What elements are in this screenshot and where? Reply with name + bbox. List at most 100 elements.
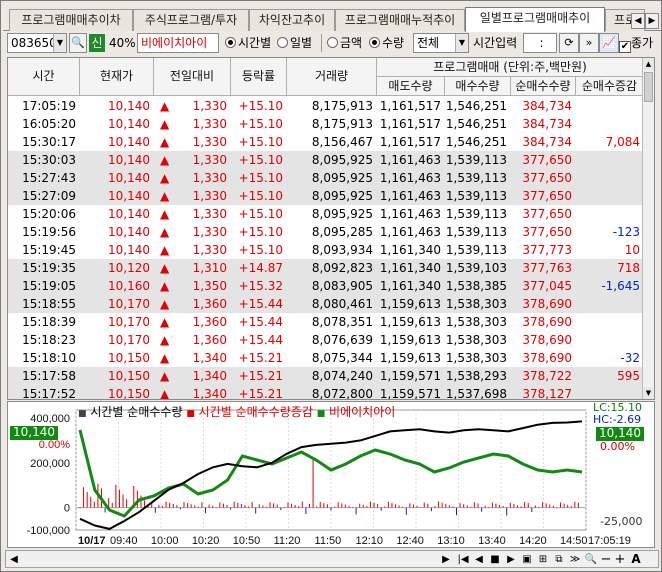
- table-row[interactable]: 15:30:17 10,140 ▲ 1,330 +15.10 8,156,467 1,161…: [8, 133, 644, 151]
- up-triangle-icon: ▲: [160, 153, 170, 167]
- table-row[interactable]: 15:27:43 10,140 ▲ 1,330 +15.10 8,095,925 1,161…: [8, 169, 644, 187]
- scroll-up-icon[interactable]: ▲: [643, 58, 654, 70]
- table-row[interactable]: 17:05:19 10,140 ▲ 1,330 +15.10 8,175,913 1,161…: [8, 97, 644, 115]
- table-row[interactable]: 15:19:45 10,140 ▲ 1,330 +15.10 8,093,934 1,161…: [8, 241, 644, 259]
- stock-code-input[interactable]: 083650 ▼: [7, 33, 67, 53]
- cell-sell-value: 1,159,613: [379, 297, 441, 311]
- cell-buy-value: 1,537,698: [445, 387, 507, 400]
- play-icon[interactable]: ▶: [504, 552, 518, 567]
- cell-sell: 1,159,613: [377, 331, 445, 349]
- layout-icon[interactable]: ⊞: [536, 552, 550, 567]
- table-row[interactable]: 15:30:03 10,140 ▲ 1,330 +15.10 8,095,925 1,161…: [8, 151, 644, 169]
- tab-0[interactable]: 프로그램매매추이차: [9, 9, 133, 31]
- chevron-down-icon[interactable]: ▼: [53, 34, 66, 52]
- table-row[interactable]: 15:18:55 10,170 ▲ 1,360 +15.44 8,080,461 1,159…: [8, 295, 644, 313]
- col-rate[interactable]: 등락률: [231, 58, 287, 96]
- fast-forward-icon[interactable]: ≫: [568, 552, 582, 567]
- cell-rate: +15.44: [231, 295, 287, 313]
- cell-price: 10,140: [80, 187, 154, 205]
- radio-day[interactable]: 일별: [277, 34, 312, 52]
- cell-price-value: 10,140: [108, 117, 150, 131]
- cell-sell: 1,161,517: [377, 97, 445, 115]
- font-size-icon[interactable]: A: [630, 552, 642, 567]
- cell-sell: 1,161,340: [377, 277, 445, 295]
- table-row[interactable]: 15:20:06 10,140 ▲ 1,330 +15.10 8,095,925 1,161…: [8, 205, 644, 223]
- type-select[interactable]: 전체 ▼: [413, 33, 469, 53]
- cell-rate: +15.21: [231, 349, 287, 367]
- minus-icon[interactable]: −: [600, 552, 612, 567]
- table-row[interactable]: 15:17:58 10,150 ▲ 1,340 +15.21 8,074,240 1,159…: [8, 367, 644, 385]
- radio-time[interactable]: 시간별: [225, 34, 271, 52]
- cell-rate-value: +15.10: [238, 207, 283, 221]
- cell-time-value: 15:19:35: [22, 261, 76, 275]
- window-icon[interactable]: ▣: [520, 552, 534, 567]
- cell-rate: +15.10: [231, 205, 287, 223]
- vertical-scrollbar[interactable]: ▲ ▼: [642, 58, 654, 399]
- table-row[interactable]: 15:17:52 10,150 ▲ 1,340 +15.21 8,072,800 1,159…: [8, 385, 644, 400]
- cell-price-value: 10,140: [108, 153, 150, 167]
- cell-net: 384,734: [511, 115, 576, 133]
- stop-icon[interactable]: ■: [488, 552, 502, 567]
- col-volume[interactable]: 거래량: [287, 58, 377, 96]
- table-row[interactable]: 15:18:39 10,170 ▲ 1,360 +15.44 8,078,351 1,159…: [8, 313, 644, 331]
- table-row[interactable]: 15:27:09 10,140 ▲ 1,330 +15.10 8,095,925 1,161…: [8, 187, 644, 205]
- tab-3[interactable]: 프로그램매매누적추이: [335, 9, 465, 31]
- scroll-thumb[interactable]: [644, 72, 653, 102]
- cell-change: ▲ 1,360: [154, 313, 231, 331]
- refresh-icon[interactable]: ⟳: [559, 33, 579, 53]
- col-buy-qty[interactable]: 매수수량: [445, 77, 511, 96]
- more-icon[interactable]: »: [579, 33, 599, 53]
- col-net-delta[interactable]: 순매수증감: [576, 77, 644, 96]
- cell-time-value: 15:17:58: [22, 369, 76, 383]
- table-row[interactable]: 16:05:20 10,140 ▲ 1,330 +15.10 8,175,913 1,161…: [8, 115, 644, 133]
- tab-4[interactable]: 일별프로그램매매추이: [465, 7, 605, 32]
- col-net-qty[interactable]: 순매수수량: [511, 77, 576, 96]
- cell-delta-value: 10: [624, 243, 640, 257]
- up-triangle-icon: ▲: [160, 243, 170, 257]
- cell-time: 15:19:45: [8, 241, 80, 259]
- plus-icon[interactable]: +: [614, 552, 626, 567]
- radio-amount[interactable]: 금액: [327, 34, 362, 52]
- scroll-down-icon[interactable]: ▼: [643, 387, 654, 399]
- cell-change: ▲ 1,310: [154, 259, 231, 277]
- col-price[interactable]: 현재가: [80, 58, 154, 96]
- close-price-checkbox[interactable]: ✔ 종가: [619, 35, 653, 53]
- zoom-out-icon[interactable]: 🔍: [584, 552, 598, 567]
- time-input[interactable]: :: [523, 33, 557, 53]
- table-row[interactable]: 15:18:23 10,170 ▲ 1,360 +15.44 8,076,639 1,159…: [8, 331, 644, 349]
- tab-prev-icon[interactable]: ◀: [631, 13, 645, 29]
- tab-1[interactable]: 주식프로그램/투자: [133, 9, 249, 31]
- cell-rate-value: +15.44: [238, 315, 283, 329]
- program-chart[interactable]: 400,000 200,000 0 -100,000 0.00% 10/17 09:40 10…: [7, 401, 655, 548]
- table-row[interactable]: 15:19:56 10,140 ▲ 1,330 +15.10 8,095,285 1,161…: [8, 223, 644, 241]
- cell-rate-value: +15.10: [238, 189, 283, 203]
- col-sell-qty[interactable]: 매도수량: [377, 77, 445, 96]
- tab-2[interactable]: 차익잔고추이: [249, 9, 335, 31]
- col-change[interactable]: 전일대비: [154, 58, 231, 96]
- chart-toggle-icon[interactable]: 📈: [599, 33, 619, 53]
- chevron-down-icon[interactable]: ▼: [455, 34, 468, 52]
- col-time[interactable]: 시간: [8, 58, 80, 96]
- copy-icon[interactable]: ⧉: [552, 552, 566, 567]
- table-row[interactable]: 15:19:05 10,160 ▲ 1,350 +15.32 8,083,905 1,161…: [8, 277, 644, 295]
- cell-change: ▲ 1,330: [154, 169, 231, 187]
- table-row[interactable]: 15:18:10 10,150 ▲ 1,340 +15.21 8,075,344 1,159…: [8, 349, 644, 367]
- cell-buy: 1,538,303: [445, 331, 511, 349]
- cell-time: 15:18:10: [8, 349, 80, 367]
- search-icon[interactable]: 🔍: [69, 33, 87, 53]
- table-row[interactable]: 15:19:35 10,120 ▲ 1,310 +14.87 8,092,823 1,161…: [8, 259, 644, 277]
- cell-rate-value: +15.10: [238, 171, 283, 185]
- scroll-right-icon[interactable]: ▶: [440, 552, 452, 567]
- prev-icon[interactable]: ◀: [472, 552, 486, 567]
- bottom-scrollbar[interactable]: ◀ ▶ |◀ ◀ ■ ▶ ▣ ⊞ ⧉ ≫ 🔍 − + A: [5, 550, 659, 568]
- cell-rate: +15.32: [231, 277, 287, 295]
- radio-amount-label: 금액: [340, 36, 363, 50]
- cell-buy: 1,539,113: [445, 187, 511, 205]
- cell-delta-value: 718: [617, 261, 640, 275]
- scroll-left-icon[interactable]: ◀: [8, 552, 20, 567]
- radio-qty[interactable]: 수량: [369, 34, 404, 52]
- legend-price: 비에이치아이: [329, 405, 396, 419]
- cell-buy: 1,539,113: [445, 169, 511, 187]
- tab-next-icon[interactable]: ▶: [645, 13, 659, 29]
- first-page-icon[interactable]: |◀: [456, 552, 470, 567]
